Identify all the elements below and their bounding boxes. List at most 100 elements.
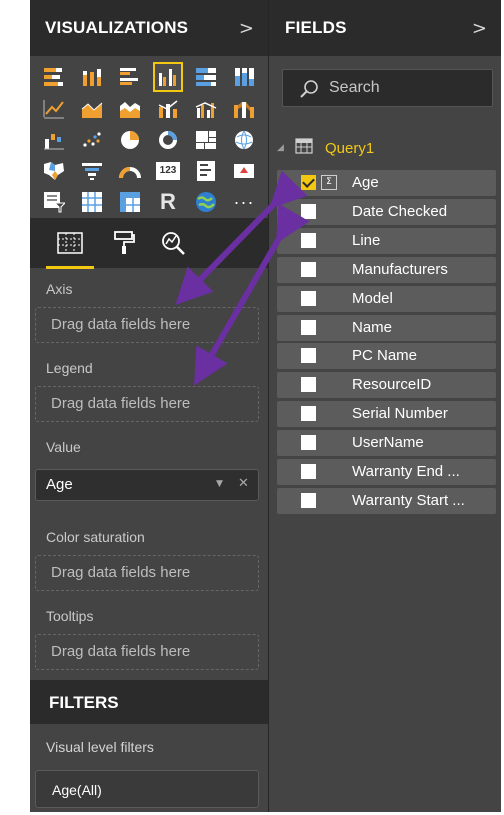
field-name: Warranty Start ... xyxy=(352,491,465,509)
field-row[interactable]: Name xyxy=(277,314,496,341)
field-row[interactable]: Manufacturers xyxy=(277,256,496,283)
value-well-label: Value xyxy=(46,439,81,455)
field-name: Age xyxy=(352,174,379,191)
format-paint-roller-icon[interactable] xyxy=(108,228,140,258)
field-name: PC Name xyxy=(352,347,418,365)
fields-header: FIELDS > xyxy=(269,0,501,56)
table-icon[interactable] xyxy=(79,189,105,215)
collapse-visualizations-chevron-icon[interactable]: > xyxy=(239,18,254,39)
field-name: UserName xyxy=(352,434,424,452)
field-name: Date Checked xyxy=(352,202,448,220)
analytics-magnifier-icon[interactable] xyxy=(158,228,190,258)
field-checkbox[interactable] xyxy=(301,175,316,190)
axis-drop-zone[interactable]: Drag data fields here xyxy=(35,307,259,343)
axis-well-label: Axis xyxy=(46,281,73,297)
field-name: Model xyxy=(352,289,393,307)
visualizations-pane: VISUALIZATIONS > 123 R ··· Axis Drag dat… xyxy=(30,0,268,812)
field-row[interactable]: ResourceID xyxy=(277,372,496,399)
100-percent-stacked-bar-chart-icon[interactable] xyxy=(193,64,219,90)
ribbon-chart-icon[interactable] xyxy=(231,96,257,122)
donut-chart-icon[interactable] xyxy=(155,127,181,153)
field-name: ResourceID xyxy=(352,376,432,394)
line-and-stacked-column-chart-icon[interactable] xyxy=(155,96,181,122)
field-checkbox[interactable] xyxy=(301,492,316,508)
field-checkbox[interactable] xyxy=(301,435,316,451)
field-checkbox[interactable] xyxy=(301,406,316,422)
visualizations-tabs xyxy=(30,218,268,268)
field-row[interactable]: PC Name xyxy=(277,343,496,370)
query1-table-node[interactable]: ◢ Query1 xyxy=(277,137,374,159)
filled-map-icon[interactable] xyxy=(41,158,67,184)
line-chart-icon[interactable] xyxy=(41,96,67,122)
fields-pane: FIELDS > Search ◢ Query1 Σ Age Date Checke… xyxy=(268,0,501,812)
expand-collapse-arrow-icon[interactable]: ◢ xyxy=(277,143,295,153)
kpi-icon[interactable] xyxy=(231,158,257,184)
stacked-bar-chart-icon[interactable] xyxy=(41,64,67,90)
field-checkbox[interactable] xyxy=(301,290,316,306)
screenshot-frame: VISUALIZATIONS > 123 R ··· Axis Drag dat… xyxy=(0,0,504,815)
pie-chart-icon[interactable] xyxy=(117,127,143,153)
field-name: Line xyxy=(352,231,381,249)
legend-drop-zone[interactable]: Drag data fields here xyxy=(35,386,259,422)
field-row[interactable]: Warranty End ... xyxy=(277,459,496,485)
more-visuals-icon[interactable]: ··· xyxy=(231,189,257,215)
color-saturation-drop-zone[interactable]: Drag data fields here xyxy=(35,555,259,591)
r-visual-label: R xyxy=(160,189,176,214)
fields-tab-icon[interactable] xyxy=(54,228,86,258)
field-checkbox[interactable] xyxy=(301,232,316,248)
clustered-bar-chart-icon[interactable] xyxy=(117,64,143,90)
value-field-name: Age xyxy=(46,476,73,493)
fields-title: FIELDS xyxy=(285,18,347,37)
funnel-icon[interactable] xyxy=(79,158,105,184)
field-checkbox[interactable] xyxy=(301,464,316,479)
table-icon xyxy=(295,137,313,159)
tooltips-well-label: Tooltips xyxy=(46,608,94,624)
field-row[interactable]: Line xyxy=(277,227,496,254)
legend-well-label: Legend xyxy=(46,360,93,376)
field-row[interactable]: Model xyxy=(277,285,496,312)
search-icon xyxy=(299,79,319,104)
slicer-icon[interactable] xyxy=(41,189,67,215)
matrix-icon[interactable] xyxy=(117,189,143,215)
multi-row-card-icon[interactable] xyxy=(193,158,219,184)
clustered-column-chart-icon[interactable] xyxy=(153,62,183,92)
value-field-dropdown-icon[interactable]: ▼ xyxy=(216,479,223,489)
collapse-fields-chevron-icon[interactable]: > xyxy=(472,18,487,39)
gauge-icon[interactable] xyxy=(117,158,143,184)
filters-header: FILTERS xyxy=(30,680,268,724)
visualizations-header: VISUALIZATIONS > xyxy=(30,0,268,56)
field-row[interactable]: Serial Number xyxy=(277,401,496,428)
scatter-chart-icon[interactable] xyxy=(79,127,105,153)
waterfall-chart-icon[interactable] xyxy=(41,127,67,153)
field-row[interactable]: Σ Age xyxy=(277,170,496,196)
search-placeholder: Search xyxy=(329,79,380,96)
field-checkbox[interactable] xyxy=(301,377,316,393)
field-checkbox[interactable] xyxy=(301,348,316,364)
field-name: Serial Number xyxy=(352,405,448,423)
line-and-clustered-column-chart-icon[interactable] xyxy=(193,96,219,122)
field-checkbox[interactable] xyxy=(301,203,316,219)
tooltips-drop-zone[interactable]: Drag data fields here xyxy=(35,634,259,670)
card-icon[interactable]: 123 xyxy=(155,158,181,184)
100-percent-stacked-column-chart-icon[interactable] xyxy=(231,64,257,90)
field-checkbox[interactable] xyxy=(301,319,316,335)
sigma-numeric-icon: Σ xyxy=(321,175,337,190)
value-field-pill[interactable]: Age ▼ ✕ xyxy=(35,469,259,501)
map-icon[interactable] xyxy=(231,127,257,153)
treemap-icon[interactable] xyxy=(193,127,219,153)
arcgis-map-icon[interactable] xyxy=(193,189,219,215)
area-chart-icon[interactable] xyxy=(79,96,105,122)
field-row[interactable]: UserName xyxy=(277,430,496,457)
age-filter-card[interactable]: Age(All) xyxy=(35,770,259,808)
field-row[interactable]: Date Checked xyxy=(277,198,496,225)
fields-search-input[interactable]: Search xyxy=(282,69,493,107)
field-row[interactable]: Warranty Start ... xyxy=(277,487,496,514)
more-visuals-dots: ··· xyxy=(233,192,255,212)
r-script-visual-icon[interactable]: R xyxy=(155,189,181,215)
field-checkbox[interactable] xyxy=(301,261,316,277)
stacked-area-chart-icon[interactable] xyxy=(117,96,143,122)
color-saturation-well-label: Color saturation xyxy=(46,529,145,545)
field-name: Manufacturers xyxy=(352,260,448,278)
remove-value-field-icon[interactable]: ✕ xyxy=(238,476,249,491)
stacked-column-chart-icon[interactable] xyxy=(79,64,105,90)
